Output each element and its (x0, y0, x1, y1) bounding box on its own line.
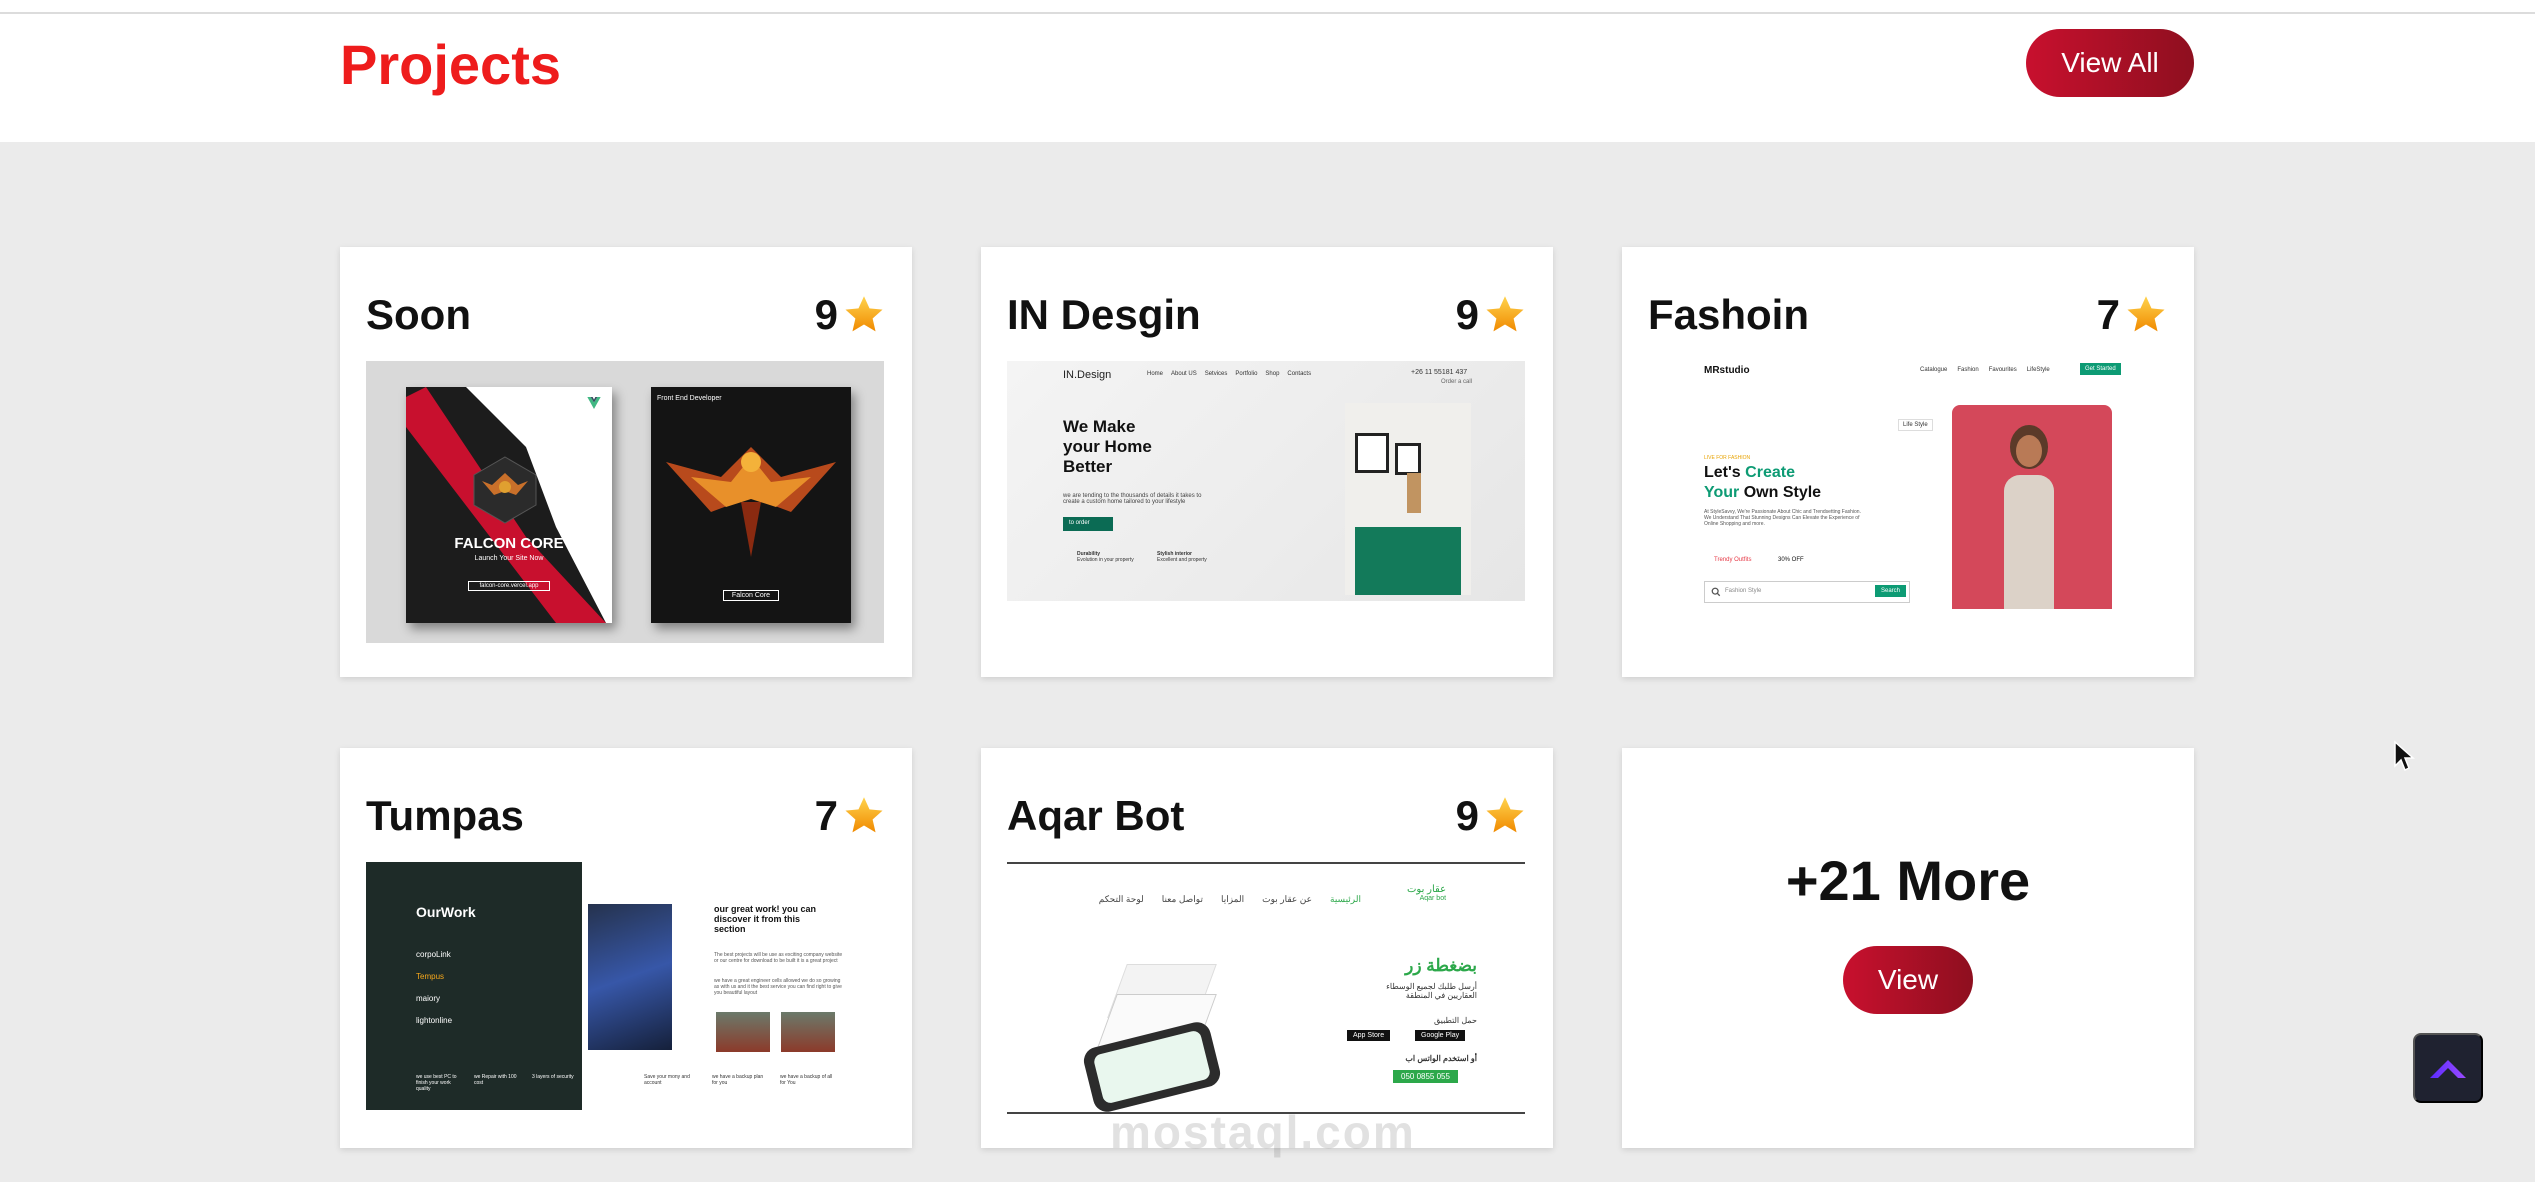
mock-dark-panel (366, 862, 582, 1110)
projects-header: Projects View All (0, 14, 2535, 142)
mock-model-image (1952, 405, 2112, 609)
mock-eyebrow: LIVE FOR FASHION (1704, 455, 1751, 461)
project-thumbnail: IN.Design Home About US Setvices Portfolio S… (1007, 361, 1525, 601)
project-card-in-design[interactable]: IN Desgin 9 IN.Design Home About US Setvic… (981, 247, 1553, 677)
mock-tag-1: Trendy Outfits (1714, 557, 1752, 563)
book-cover-left: FALCON CORE Launch Your Site Now falcon-… (406, 387, 612, 623)
mock-nav: Catalogue Fashion Favourites LifeStyle (1920, 367, 2050, 373)
mock-feature-1: Durability Evolution in your property (1077, 551, 1134, 563)
search-icon (1711, 587, 1721, 597)
book-cover-right: Front End Developer Falcon Core (651, 387, 851, 623)
rating-value: 9 (1455, 792, 1479, 839)
scroll-to-top-button[interactable] (2413, 1033, 2483, 1103)
mock-feature-2: Stylish interior Excellent and property (1157, 551, 1207, 563)
mock-logo: MRstudio (1704, 365, 1750, 376)
mock-tag-2: 30% OFF (1778, 557, 1804, 563)
mock-gallery-1 (716, 1012, 770, 1052)
book-subtitle: Launch Your Site Now (474, 555, 544, 562)
mock-body-2: we have a great engineer cells allowed w… (714, 978, 842, 996)
mock-features-right: Save your mony and account we have a bac… (644, 1074, 833, 1086)
section-title: Projects (340, 33, 561, 96)
mock-headline: بضغطة زر (1405, 956, 1477, 975)
mock-download: حمل التطبيق (1434, 1016, 1477, 1025)
mock-body: we are tending to the thousands of detai… (1063, 493, 1202, 505)
rating-value: 7 (2096, 291, 2120, 338)
project-title: Fashoin (1648, 291, 1810, 338)
mock-nav-cta: Get Started (2080, 363, 2121, 375)
mock-headline: We Make your Home Better (1063, 417, 1152, 476)
phoenix-illustration (666, 447, 836, 557)
top-divider (0, 0, 2535, 14)
mock-body: The best projects will be use as excitin… (714, 952, 843, 964)
project-rating: 9 (815, 291, 886, 339)
mock-phone: 050 0855 055 (1393, 1070, 1458, 1083)
project-thumbnail: عقار بوت Aqar bot الرئيسية عن عقار بوت الم… (1007, 862, 1525, 1114)
project-title: Tumpas (366, 792, 524, 839)
star-icon (1486, 296, 1524, 332)
mock-phone: +26 11 55181 437 (1411, 369, 1468, 376)
mock-search-bar: Fashion Style Search (1704, 581, 1910, 603)
mock-car-image (588, 904, 672, 1050)
project-thumbnail: OurWork corpoLink Tempus maiory lightonl… (366, 862, 884, 1110)
mock-nav: Home About US Setvices Portfolio Shop Contact… (1147, 371, 1312, 377)
project-rating: 9 (1456, 291, 1527, 339)
watermark: mostaql.com (1110, 1106, 1416, 1158)
mock-headline: Let's Create Your Own Style (1704, 464, 1822, 501)
project-thumbnail: FALCON CORE Launch Your Site Now falcon-… (366, 361, 884, 643)
view-more-button[interactable]: View (1843, 946, 1973, 1014)
mock-badge: Life Style (1898, 419, 1933, 431)
mock-list: corpoLink Tempus maiory lightonline (416, 950, 453, 1025)
vue-logo-icon (587, 397, 601, 409)
mock-cta: to order (1063, 517, 1113, 531)
star-icon (2127, 296, 2165, 332)
project-title: Soon (366, 291, 471, 338)
falcon-emblem-icon (473, 456, 537, 524)
project-card-aqar-bot[interactable]: Aqar Bot 9 عقار بوت Aqar bot الرئيسية عن … (981, 748, 1553, 1148)
view-all-button[interactable]: View All (2026, 29, 2194, 97)
book-url: falcon-core.vercel.app (468, 581, 550, 591)
book-header: Front End Developer (657, 395, 722, 402)
project-thumbnail: MRstudio Catalogue Fashion Favourites LifeS… (1648, 361, 2166, 623)
mock-body: At StyleSavvy, We're Passionate About Ch… (1704, 509, 1861, 527)
star-icon (845, 797, 883, 833)
rating-value: 9 (814, 291, 838, 338)
mock-heading: our great work! you can discover it from… (714, 904, 817, 934)
mock-panel-title: OurWork (416, 904, 476, 920)
project-card-soon[interactable]: Soon 9 FALCON CORE Launch Your Site Now … (340, 247, 912, 677)
mock-brand: عقار بوت Aqar bot (1407, 884, 1447, 902)
mock-gallery-2 (781, 1012, 835, 1052)
rating-value: 7 (814, 792, 838, 839)
mock-google-play: Google Play (1415, 1030, 1466, 1041)
mock-logo: IN.Design (1063, 369, 1112, 381)
project-card-fashion[interactable]: Fashoin 7 MRstudio Catalogue Fashion Favou… (1622, 247, 2194, 677)
rating-value: 9 (1455, 291, 1479, 338)
project-title: Aqar Bot (1007, 792, 1185, 839)
project-title: IN Desgin (1007, 291, 1201, 338)
star-icon (845, 296, 883, 332)
mock-whatsapp: أو استخدم الواتس اب (1405, 1054, 1477, 1063)
star-icon (1486, 797, 1524, 833)
project-rating: 7 (815, 792, 886, 840)
book-title: FALCON CORE (454, 535, 564, 552)
mock-room-image (1345, 403, 1471, 595)
book-footer: Falcon Core (723, 590, 779, 601)
mock-features: we use best PC to finish your work quali… (416, 1074, 574, 1092)
cursor-icon (2394, 740, 2415, 772)
project-rating: 9 (1456, 792, 1527, 840)
mock-body: أرسل طلبك لجميع الوسطاء العقاريين في الم… (1386, 982, 1477, 1000)
chevron-up-icon (2430, 1060, 2466, 1078)
project-rating: 7 (2097, 291, 2168, 339)
more-projects-count: +21 More (1785, 849, 2031, 912)
project-card-tumpas[interactable]: Tumpas 7 OurWork corpoLink Tempus maiory… (340, 748, 912, 1148)
mock-nav: الرئيسية عن عقار بوت المزايا تواصل معنا لوحة… (1098, 894, 1361, 904)
mock-phone-sub: Order a call (1441, 379, 1473, 385)
mock-app-store: App Store (1347, 1030, 1391, 1041)
mock-phones-image (1080, 964, 1247, 1112)
more-projects-card: +21 More View (1622, 748, 2194, 1148)
